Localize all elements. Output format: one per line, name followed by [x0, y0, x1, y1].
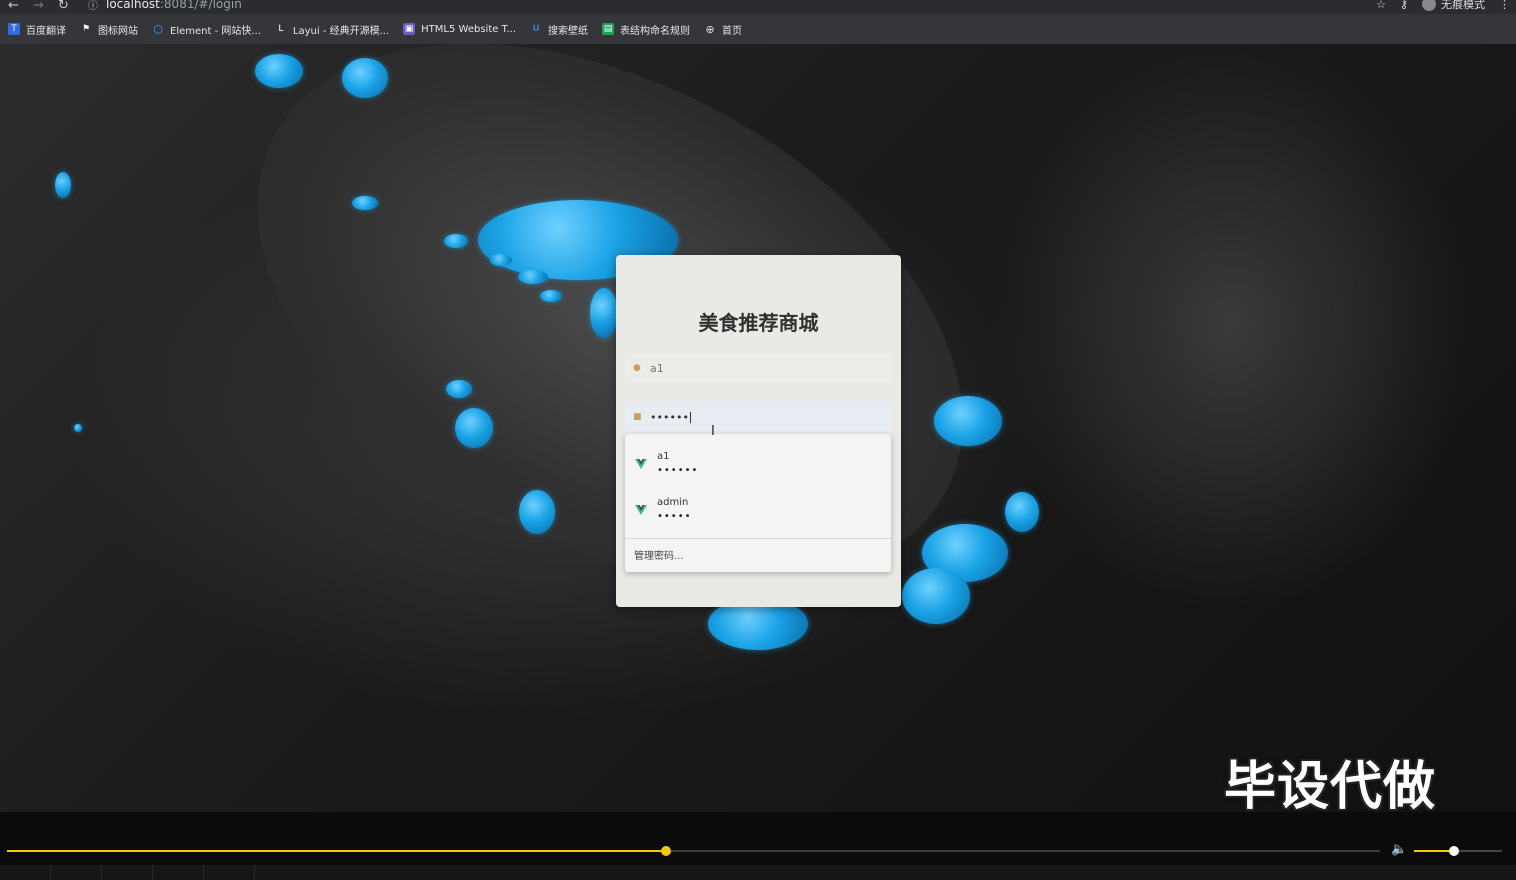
bookmark-baidu-translate[interactable]: T 百度翻译	[8, 22, 66, 37]
url-field[interactable]: ⓘ localhost:8081/#/login	[88, 0, 242, 12]
water-drop	[902, 568, 970, 624]
vue-logo-icon	[635, 505, 647, 515]
flag-icon: ⚑	[81, 24, 91, 34]
strip-cell	[153, 865, 204, 880]
forward-arrow-icon[interactable]: →	[33, 0, 44, 13]
login-page-background: 美食推荐商城 ● a1 ■ •••••• a1 •••••• admin •••…	[0, 44, 1516, 812]
key-icon[interactable]: ⚷	[1400, 0, 1408, 11]
water-drop	[1005, 492, 1039, 532]
bookmark-home[interactable]: ⊕ 首页	[704, 22, 742, 37]
bookmark-icon-site[interactable]: ⚑ 图标网站	[80, 22, 138, 37]
wallpaper-icon: U	[532, 24, 540, 34]
password-autofill-dropdown: a1 •••••• admin ••••• 管理密码...	[625, 434, 891, 572]
username-field[interactable]: ● a1	[625, 353, 891, 383]
watermark-text: 毕设代做	[1224, 757, 1437, 812]
autofill-divider	[625, 538, 891, 539]
browser-address-bar: ← → ↻ ⓘ localhost:8081/#/login ☆ ⚷ 无痕模式 …	[0, 0, 1516, 14]
water-drop	[446, 380, 472, 398]
bookmark-layui[interactable]: L Layui - 经典开源模...	[275, 22, 389, 37]
element-icon: ⬡	[153, 22, 163, 36]
bookmark-html5-template[interactable]: ▣ HTML5 Website T...	[403, 23, 516, 35]
baidu-translate-icon: T	[8, 23, 20, 35]
table-icon: ▤	[602, 23, 615, 35]
bottom-tab-strip	[0, 865, 1516, 880]
water-drop	[455, 408, 493, 448]
autofill-password: ••••••	[657, 465, 699, 476]
info-icon[interactable]: ⓘ	[88, 0, 98, 12]
bookmark-element[interactable]: ⬡ Element - 网站快...	[152, 22, 261, 37]
layui-icon: L	[278, 24, 284, 34]
bookmark-wallpaper[interactable]: U 搜索壁纸	[530, 22, 588, 37]
water-drop	[518, 270, 548, 284]
login-title: 美食推荐商城	[698, 311, 819, 335]
water-drop	[590, 288, 618, 338]
water-drop	[519, 490, 555, 534]
url-path: :8081/#/login	[159, 0, 242, 11]
incognito-avatar-icon	[1422, 0, 1436, 11]
water-drop	[342, 58, 388, 98]
incognito-profile[interactable]: 无痕模式	[1422, 0, 1485, 12]
profile-label: 无痕模式	[1441, 0, 1485, 11]
volume-handle[interactable]	[1448, 846, 1459, 856]
user-icon: ●	[633, 363, 641, 373]
progress-fill	[7, 850, 667, 852]
water-drop	[444, 234, 468, 248]
kebab-menu-icon[interactable]: ⋮	[1499, 0, 1510, 11]
water-drop	[55, 172, 71, 198]
lock-icon: ■	[633, 412, 642, 422]
water-drop	[255, 54, 303, 88]
url-host: localhost	[106, 0, 160, 11]
password-field[interactable]: ■ ••••••	[625, 402, 891, 432]
bookmarks-bar: T 百度翻译 ⚑ 图标网站 ⬡ Element - 网站快... L Layui - 经…	[0, 14, 1516, 44]
strip-cell	[51, 865, 102, 880]
progress-bar[interactable]	[7, 846, 1380, 856]
globe-icon: ⊕	[705, 22, 715, 36]
autofill-item[interactable]: a1 ••••••	[625, 444, 891, 484]
autofill-username: admin	[657, 497, 689, 508]
autofill-item[interactable]: admin •••••	[625, 490, 891, 530]
text-cursor-icon: I	[711, 424, 715, 439]
water-drop	[540, 290, 562, 302]
water-drop	[490, 254, 512, 266]
volume-slider[interactable]	[1414, 846, 1502, 856]
vue-logo-icon	[635, 459, 647, 469]
strip-cell	[0, 865, 51, 880]
reload-icon[interactable]: ↻	[58, 0, 69, 13]
manage-passwords-link[interactable]: 管理密码...	[634, 547, 684, 562]
strip-cell	[102, 865, 153, 880]
volume-fill	[1414, 850, 1454, 852]
water-drop	[74, 424, 82, 432]
water-drop	[352, 196, 378, 210]
star-icon[interactable]: ☆	[1376, 0, 1386, 11]
text-caret	[689, 411, 691, 423]
back-arrow-icon[interactable]: ←	[8, 0, 19, 13]
strip-cell	[204, 865, 255, 880]
autofill-password: •••••	[657, 511, 692, 522]
autofill-username: a1	[657, 451, 670, 462]
password-input[interactable]: ••••••	[650, 411, 689, 424]
html5-template-icon: ▣	[403, 23, 416, 35]
progress-handle[interactable]	[661, 846, 672, 856]
water-drop	[934, 396, 1002, 446]
bookmark-table-naming[interactable]: ▤ 表结构命名规则	[602, 22, 690, 37]
login-card: 美食推荐商城 ● a1 ■ •••••• a1 •••••• admin •••…	[616, 255, 901, 607]
volume-icon[interactable]: 🔈	[1391, 842, 1407, 857]
username-input[interactable]: a1	[650, 362, 664, 375]
